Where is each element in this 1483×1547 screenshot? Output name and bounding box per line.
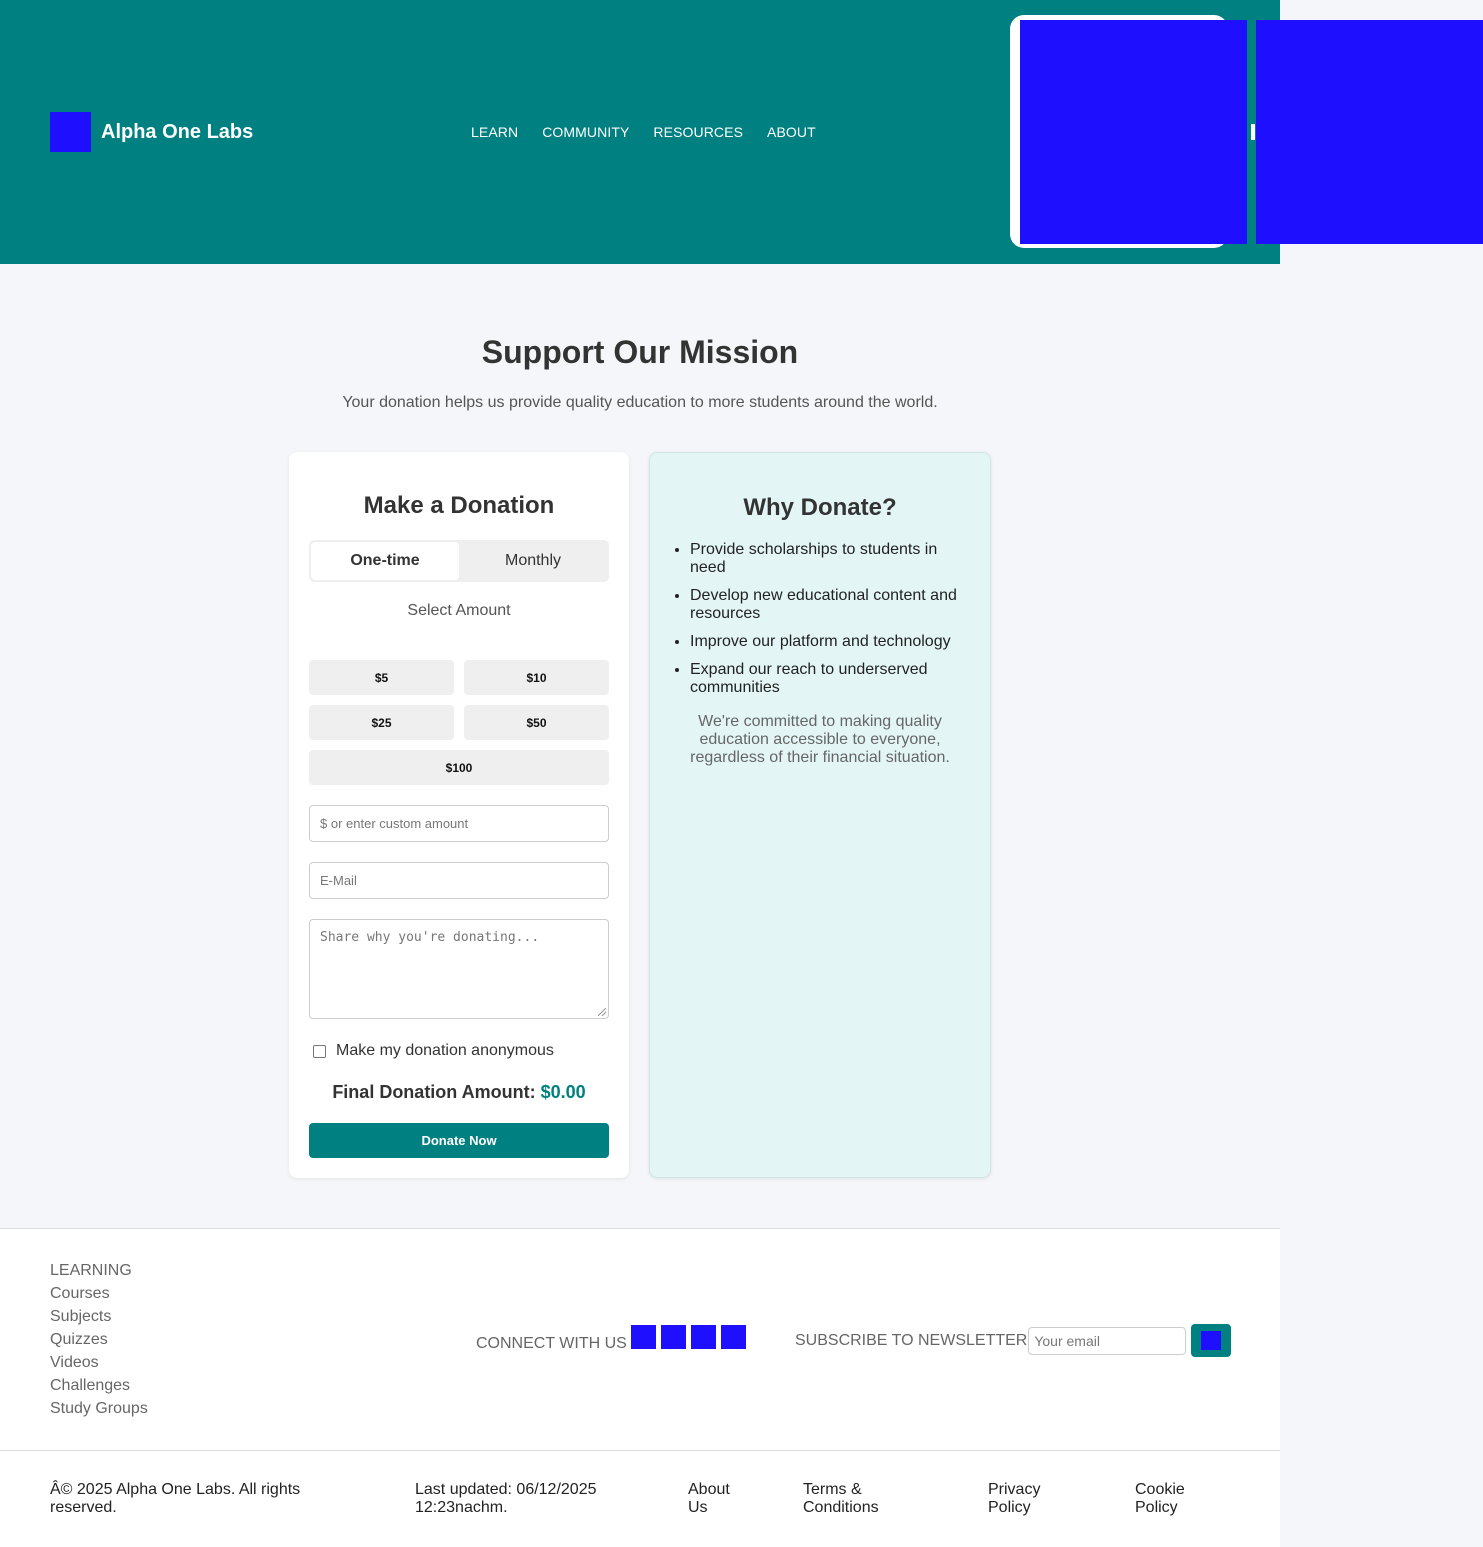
footer-link-cookies[interactable]: Cookie Policy	[1135, 1481, 1205, 1517]
amount-button-5[interactable]: $5	[309, 660, 454, 695]
amount-button-25[interactable]: $25	[309, 705, 454, 740]
nav-community[interactable]: COMMUNITY	[542, 124, 629, 140]
brand-name: Alpha One Labs	[101, 120, 254, 143]
newsletter-section: SUBSCRIBE TO NEWSLETTER Your email	[795, 1324, 1232, 1357]
submit-icon	[1201, 1331, 1222, 1350]
footer-link-courses[interactable]: Courses	[50, 1282, 148, 1305]
last-updated: Last updated: 06/12/2025 12:23nachm.	[415, 1481, 597, 1516]
select-amount-label: Select Amount	[407, 602, 511, 619]
custom-amount-placeholder: $ or enter custom amount	[320, 816, 469, 831]
connect-section: CONNECT WITH US	[476, 1325, 746, 1353]
social-icons	[630, 1325, 746, 1349]
custom-amount-input[interactable]: $ or enter custom amount	[309, 805, 609, 842]
social-icon[interactable]	[660, 1325, 686, 1349]
anonymous-option[interactable]: Make my donation anonymous	[313, 1042, 554, 1060]
social-icon[interactable]	[690, 1325, 716, 1349]
final-amount-label: Final Donation Amount:	[332, 1082, 536, 1102]
donation-heading: Make a Donation	[363, 492, 555, 519]
page-subtitle: Your donation helps us provide quality e…	[342, 394, 938, 411]
footer-link-quizzes[interactable]: Quizzes	[50, 1328, 148, 1351]
footer-link-subjects[interactable]: Subjects	[50, 1305, 148, 1328]
final-amount: Final Donation Amount: $0.00	[289, 1082, 629, 1103]
newsletter-placeholder: Your email	[1034, 1332, 1100, 1349]
nav-learn[interactable]: LEARN	[471, 124, 518, 140]
why-item: Provide scholarships to students in need	[690, 541, 965, 577]
anonymous-checkbox[interactable]	[313, 1044, 326, 1058]
footer-link-about[interactable]: About Us	[688, 1481, 748, 1517]
why-item: Expand our reach to underserved communit…	[690, 661, 965, 697]
copyright: Â© 2025 Alpha One Labs. All rights reser…	[50, 1481, 301, 1516]
email-field[interactable]: E-Mail	[309, 862, 609, 899]
logo-image	[50, 112, 91, 152]
why-heading: Why Donate?	[743, 494, 897, 521]
page-title: Support Our Mission	[481, 334, 799, 370]
amount-button-100[interactable]: $100	[309, 750, 609, 785]
why-note: We're committed to making quality educat…	[690, 713, 950, 766]
email-placeholder: E-Mail	[320, 873, 357, 888]
anonymous-label: Make my donation anonymous	[336, 1042, 554, 1059]
message-textarea[interactable]: Share why you're donating...	[309, 919, 609, 1019]
why-donate-panel: Why Donate? Provide scholarships to stud…	[649, 452, 991, 1178]
footer-link-study-groups[interactable]: Study Groups	[50, 1397, 148, 1420]
message-placeholder: Share why you're donating...	[320, 930, 540, 945]
newsletter-submit-button[interactable]	[1191, 1324, 1232, 1357]
why-list: Provide scholarships to students in need…	[690, 541, 965, 707]
site-footer: LEARNING Courses Subjects Quizzes Videos…	[0, 1228, 1280, 1547]
footer-link-privacy[interactable]: Privacy Policy	[988, 1481, 1058, 1517]
tab-one-time[interactable]: One-time	[311, 542, 459, 580]
amount-button-10[interactable]: $10	[464, 660, 609, 695]
final-amount-value: $0.00	[540, 1082, 586, 1102]
connect-label: CONNECT WITH US	[476, 1335, 627, 1352]
header-image-placeholder-2	[1256, 20, 1483, 244]
nav-resources[interactable]: RESOURCES	[653, 124, 743, 140]
newsletter-email-input[interactable]: Your email	[1028, 1326, 1187, 1355]
donation-card: Make a Donation One-time Monthly Select …	[289, 452, 629, 1178]
learning-heading: LEARNING	[50, 1262, 132, 1279]
header-image-placeholder	[1020, 20, 1247, 244]
why-item: Improve our platform and technology	[690, 633, 965, 651]
social-icon[interactable]	[720, 1325, 746, 1349]
resize-handle-icon[interactable]	[598, 1008, 606, 1016]
footer-link-terms[interactable]: Terms & Conditions	[803, 1481, 903, 1517]
why-item: Develop new educational content and reso…	[690, 587, 965, 623]
header-hidden-element	[1251, 124, 1255, 140]
footer-link-challenges[interactable]: Challenges	[50, 1374, 148, 1397]
newsletter-label: SUBSCRIBE TO NEWSLETTER	[795, 1331, 1028, 1349]
learning-links: LEARNING Courses Subjects Quizzes Videos…	[50, 1259, 148, 1420]
frequency-toggle: One-time Monthly	[309, 540, 609, 582]
brand[interactable]: Alpha One Labs	[50, 112, 253, 152]
footer-link-videos[interactable]: Videos	[50, 1351, 148, 1374]
social-icon[interactable]	[630, 1325, 656, 1349]
main-nav: LEARN COMMUNITY RESOURCES ABOUT	[471, 124, 816, 140]
donate-button[interactable]: Donate Now	[309, 1123, 609, 1158]
amount-button-50[interactable]: $50	[464, 705, 609, 740]
footer-divider	[0, 1450, 1280, 1451]
tab-monthly[interactable]: Monthly	[459, 542, 607, 580]
nav-about[interactable]: ABOUT	[767, 124, 816, 140]
